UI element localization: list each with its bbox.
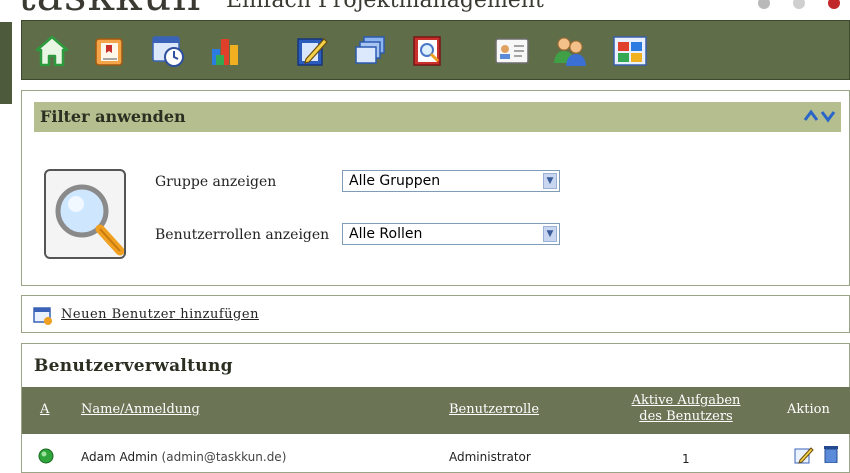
filter-title: Filter anwenden bbox=[40, 107, 186, 126]
logout-icon[interactable] bbox=[828, 0, 840, 9]
user-login: (admin@taskkun.de) bbox=[161, 450, 287, 464]
add-user-link[interactable]: Neuen Benutzer hinzufügen bbox=[61, 307, 259, 322]
users-icon[interactable] bbox=[552, 33, 588, 69]
dashboard-icon[interactable] bbox=[612, 33, 648, 69]
tagline: Einfach Projektmanagement bbox=[226, 0, 544, 13]
windows-icon[interactable] bbox=[352, 33, 388, 69]
user-name: Adam Admin bbox=[81, 450, 158, 464]
settings-icon[interactable] bbox=[757, 0, 770, 9]
group-select[interactable]: Alle Gruppen ▼ bbox=[342, 170, 560, 192]
logo: taskkun bbox=[18, 0, 202, 14]
header-icons bbox=[740, 0, 840, 13]
side-strip bbox=[0, 22, 12, 104]
column-a[interactable]: A bbox=[40, 402, 49, 418]
column-tasks-line2: des Benutzers bbox=[639, 409, 733, 424]
contact-card-icon[interactable] bbox=[494, 33, 530, 69]
magnifier-icon bbox=[55, 184, 125, 256]
search-illustration bbox=[44, 169, 126, 259]
column-role[interactable]: Benutzerrolle bbox=[449, 402, 539, 418]
role-select-value: Alle Rollen bbox=[349, 226, 423, 242]
role-select[interactable]: Alle Rollen ▼ bbox=[342, 223, 560, 245]
calendar-clock-icon[interactable] bbox=[150, 33, 186, 69]
status-active-icon bbox=[38, 448, 54, 464]
group-label: Gruppe anzeigen bbox=[155, 174, 277, 190]
user-tasks: 1 bbox=[682, 452, 690, 466]
column-action: Aktion bbox=[787, 402, 830, 417]
delete-icon[interactable] bbox=[823, 445, 839, 463]
edit-document-icon[interactable] bbox=[294, 33, 330, 69]
tasks-icon[interactable] bbox=[92, 33, 128, 69]
main-toolbar bbox=[21, 20, 850, 80]
add-user-panel: Neuen Benutzer hinzufügen bbox=[21, 295, 850, 333]
chevron-down-icon[interactable]: ▼ bbox=[543, 173, 557, 189]
filter-header: Filter anwenden bbox=[34, 102, 841, 132]
column-tasks[interactable]: Aktive Aufgaben des Benutzers bbox=[627, 393, 745, 425]
group-select-value: Alle Gruppen bbox=[349, 173, 441, 189]
collapse-toggle[interactable] bbox=[803, 108, 837, 128]
user-name-cell: Adam Admin (admin@taskkun.de) bbox=[81, 450, 286, 464]
users-panel: Benutzerverwaltung A Name/Anmeldung Benu… bbox=[21, 343, 850, 473]
column-name[interactable]: Name/Anmeldung bbox=[81, 402, 200, 418]
chevron-down-icon[interactable]: ▼ bbox=[543, 226, 557, 242]
chevron-up-down-icon[interactable] bbox=[803, 108, 837, 124]
brand-header: taskkun Einfach Projektmanagement bbox=[0, 0, 850, 14]
user-role: Administrator bbox=[449, 450, 531, 464]
users-title: Benutzerverwaltung bbox=[34, 356, 233, 376]
filter-panel: Filter anwenden Gruppe anzeigen Alle Gru… bbox=[21, 90, 850, 286]
role-label: Benutzerrollen anzeigen bbox=[155, 227, 330, 243]
info-icon[interactable] bbox=[792, 0, 805, 9]
column-tasks-line1: Aktive Aufgaben bbox=[631, 393, 741, 408]
home-icon[interactable] bbox=[34, 33, 70, 69]
add-user-icon[interactable] bbox=[33, 307, 53, 325]
search-book-icon[interactable] bbox=[410, 33, 446, 69]
chart-icon[interactable] bbox=[208, 33, 244, 69]
users-table-header: A Name/Anmeldung Benutzerrolle Aktive Au… bbox=[22, 387, 850, 434]
edit-icon[interactable] bbox=[794, 446, 814, 464]
